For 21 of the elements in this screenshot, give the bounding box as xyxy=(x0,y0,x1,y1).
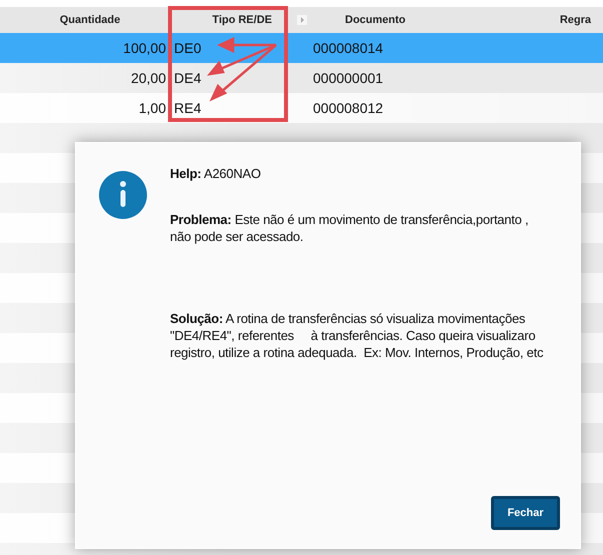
table-row[interactable]: 100,00 DE0 000008014 xyxy=(0,33,603,63)
table-cell: 1,00 xyxy=(138,100,166,116)
table-cell: 000008012 xyxy=(312,100,384,116)
column-header[interactable]: Documento xyxy=(302,14,406,26)
table-cell-text: DE0 xyxy=(173,40,202,56)
column-header[interactable]: Quantidade xyxy=(50,14,120,26)
table-cell-text: RE4 xyxy=(173,100,202,116)
column-header[interactable]: Regra xyxy=(560,14,591,26)
table-cell: 100,00 xyxy=(123,40,166,56)
sort-icon[interactable] xyxy=(297,15,307,25)
column-header[interactable]: Tipo RE/DE xyxy=(212,14,272,26)
problem-text: Problema: Este não é um movimento de transferência,portanto , não pode ser acessado. xyxy=(170,211,530,245)
close-button[interactable]: Fechar xyxy=(491,496,560,530)
info-icon xyxy=(98,170,148,220)
table-row[interactable]: 20,00 DE4 000000001 xyxy=(0,63,603,93)
table-cell-text: DE4 xyxy=(173,70,202,86)
table-cell: 000008014 xyxy=(312,40,384,56)
table-cell: 000000001 xyxy=(312,70,384,86)
help-code: Help: A260NAO xyxy=(170,165,262,182)
table-cell: 20,00 xyxy=(130,70,166,86)
solution-text: Solução: A rotina de transferências só visualiza movimentações "DE4/RE4", referentes à transferências. Caso queira visualizaro registro, utilize a rotina adequada. Ex: Mov. Internos, Produção, etc xyxy=(170,310,544,361)
